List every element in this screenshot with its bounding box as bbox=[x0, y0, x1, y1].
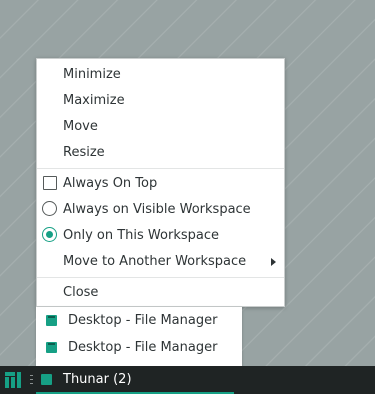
menu-item-minimize[interactable]: Minimize bbox=[37, 62, 284, 88]
window-list-popup: Desktop - File Manager Desktop - File Ma… bbox=[36, 307, 242, 366]
menu-item-label: Always On Top bbox=[63, 176, 158, 191]
taskbar-button-label: Thunar (2) bbox=[63, 372, 132, 387]
menu-item-only-on-this-workspace[interactable]: Only on This Workspace bbox=[37, 223, 284, 249]
menu-item-always-on-top[interactable]: Always On Top bbox=[37, 171, 284, 197]
menu-item-label: Always on Visible Workspace bbox=[63, 202, 251, 217]
menu-item-always-on-visible-workspace[interactable]: Always on Visible Workspace bbox=[37, 197, 284, 223]
menu-item-label: Maximize bbox=[63, 93, 125, 108]
manjaro-logo-icon[interactable] bbox=[5, 372, 21, 388]
menu-item-label: Move to Another Workspace bbox=[63, 254, 247, 269]
menu-item-resize[interactable]: Resize bbox=[37, 140, 284, 166]
window-list-item-label: Desktop - File Manager bbox=[68, 313, 218, 328]
taskbar: Thunar (2) bbox=[0, 366, 375, 394]
menu-item-move-to-another-workspace[interactable]: Move to Another Workspace bbox=[37, 249, 284, 275]
menu-item-maximize[interactable]: Maximize bbox=[37, 88, 284, 114]
menu-item-move[interactable]: Move bbox=[37, 114, 284, 140]
file-manager-icon bbox=[46, 315, 57, 326]
drag-handle-icon[interactable] bbox=[29, 374, 34, 386]
menu-item-label: Close bbox=[63, 285, 99, 300]
window-list-item[interactable]: Desktop - File Manager bbox=[36, 308, 242, 334]
window-list-item-label: Desktop - File Manager bbox=[68, 340, 218, 355]
menu-item-close[interactable]: Close bbox=[37, 280, 284, 306]
menu-separator bbox=[37, 277, 284, 278]
menu-separator bbox=[37, 168, 284, 169]
taskbar-button-thunar[interactable]: Thunar (2) bbox=[36, 366, 234, 394]
window-list-item[interactable]: Desktop - File Manager bbox=[36, 335, 242, 361]
checkbox-unchecked-icon[interactable] bbox=[43, 176, 57, 190]
submenu-arrow-icon bbox=[271, 258, 276, 266]
menu-item-label: Only on This Workspace bbox=[63, 228, 219, 243]
window-context-menu: Minimize Maximize Move Resize Always On … bbox=[36, 58, 285, 307]
menu-item-label: Resize bbox=[63, 145, 105, 160]
menu-item-label: Minimize bbox=[63, 67, 121, 82]
file-manager-icon bbox=[41, 374, 52, 385]
radio-selected-icon[interactable] bbox=[42, 227, 57, 242]
radio-unselected-icon[interactable] bbox=[42, 201, 57, 216]
file-manager-icon bbox=[46, 342, 57, 353]
menu-item-label: Move bbox=[63, 119, 98, 134]
